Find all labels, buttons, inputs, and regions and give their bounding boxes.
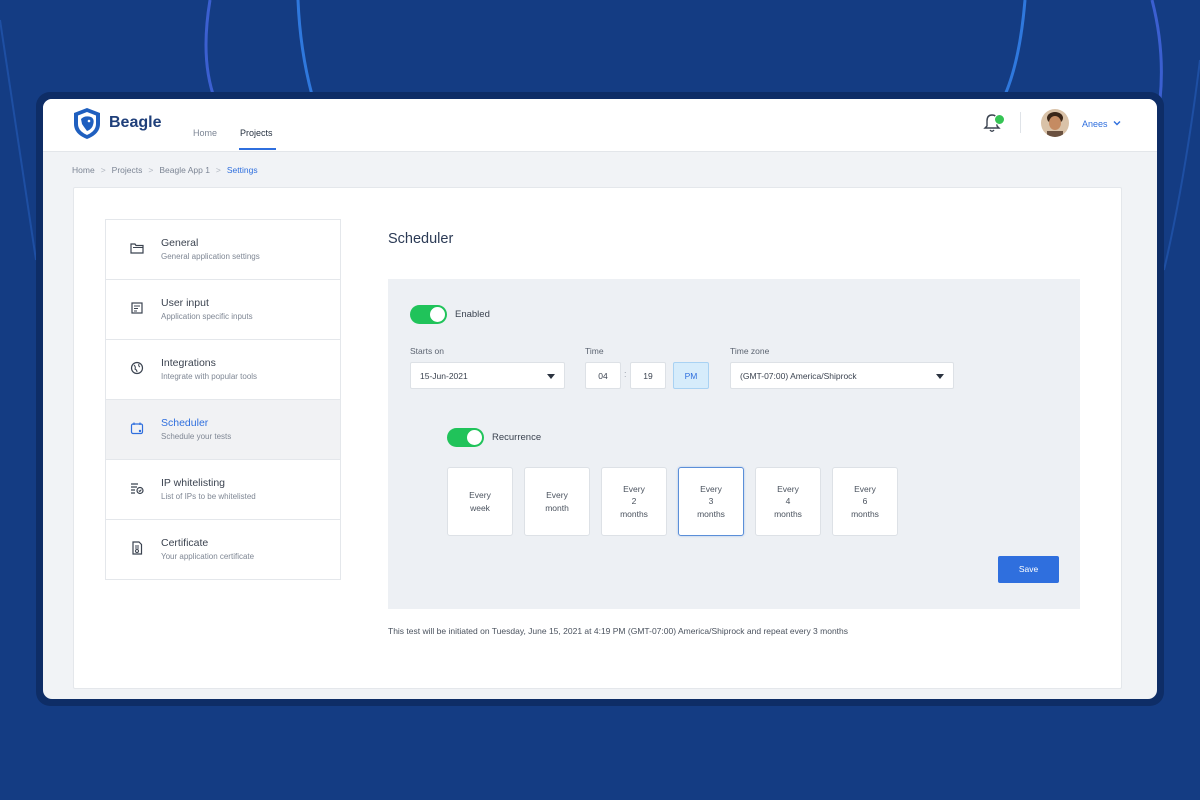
recurrence-option-6-months[interactable]: Every 6 months — [832, 467, 898, 536]
sidebar-item-title: IP whitelisting — [161, 477, 226, 489]
topbar-divider — [1020, 112, 1021, 133]
recurrence-label: Recurrence — [492, 432, 542, 443]
user-name[interactable]: Anees — [1082, 119, 1108, 129]
toggle-knob — [467, 430, 482, 445]
sidebar-item-desc: List of IPs to be whitelisted — [161, 492, 256, 501]
minute-input[interactable]: 19 — [630, 362, 666, 389]
sidebar-item-desc: Application specific inputs — [161, 312, 253, 321]
option-line: Every — [700, 483, 722, 494]
breadcrumb-home[interactable]: Home — [72, 165, 95, 175]
sidebar-item-title: User input — [161, 297, 209, 309]
nav-home[interactable]: Home — [193, 128, 217, 138]
globe-icon — [130, 361, 144, 375]
sidebar-item-title: Integrations — [161, 357, 216, 369]
recurrence-option-4-months[interactable]: Every 4 months — [755, 467, 821, 536]
schedule-summary: This test will be initiated on Tuesday, … — [388, 626, 849, 636]
toggle-knob — [430, 307, 445, 322]
caret-down-icon — [936, 374, 944, 379]
recurrence-option-month[interactable]: Every month — [524, 467, 590, 536]
option-line: Every — [623, 483, 645, 494]
start-date-select[interactable]: 15-Jun-2021 — [410, 362, 565, 389]
nav-projects[interactable]: Projects — [240, 128, 273, 138]
app-screen: Beagle Home Projects Anees Home > Projects… — [43, 99, 1157, 699]
sidebar-item-desc: General application settings — [161, 252, 260, 261]
scheduler-panel: Enabled Starts on 15-Jun-2021 Time 04 : … — [388, 279, 1080, 609]
time-label: Time — [585, 346, 604, 356]
chevron-down-icon[interactable] — [1112, 118, 1122, 128]
timezone-select[interactable]: (GMT-07:00) America/Shiprock — [730, 362, 954, 389]
timezone-label: Time zone — [730, 346, 770, 356]
recurrence-toggle[interactable] — [447, 428, 484, 447]
breadcrumb-separator: > — [100, 165, 106, 175]
sidebar-item-integrations[interactable]: Integrations Integrate with popular tool… — [106, 340, 340, 400]
app-name: Beagle — [109, 114, 162, 131]
meridiem-toggle[interactable]: PM — [673, 362, 709, 389]
certificate-icon — [132, 541, 143, 555]
option-line: months — [620, 508, 648, 519]
settings-card: General General application settings Use… — [73, 187, 1122, 689]
breadcrumb: Home > Projects > Beagle App 1 > Settings — [72, 165, 258, 175]
sidebar-item-certificate[interactable]: Certificate Your application certificate — [106, 520, 340, 579]
option-line: Every — [777, 483, 799, 494]
sidebar-item-user-input[interactable]: User input Application specific inputs — [106, 280, 340, 340]
option-line: 3 — [708, 496, 714, 507]
hour-input[interactable]: 04 — [585, 362, 621, 389]
beagle-logo-icon — [74, 108, 100, 139]
option-line: months — [697, 508, 725, 519]
caret-down-icon — [547, 374, 555, 379]
sidebar-item-desc: Your application certificate — [161, 552, 255, 561]
option-line: Every — [469, 490, 491, 500]
form-icon — [131, 302, 143, 314]
enabled-toggle[interactable] — [410, 305, 447, 324]
sidebar-item-title: Certificate — [161, 537, 209, 549]
nav-active-indicator — [239, 148, 276, 150]
option-line: Every — [854, 483, 876, 494]
breadcrumb-separator: > — [148, 165, 154, 175]
sidebar-item-desc: Integrate with popular tools — [161, 372, 258, 381]
enabled-label: Enabled — [455, 309, 490, 320]
breadcrumb-app[interactable]: Beagle App 1 — [159, 165, 210, 175]
option-line: 4 — [785, 496, 791, 507]
option-line: months — [851, 508, 879, 519]
sidebar-item-title: General — [161, 237, 199, 249]
option-line: 6 — [862, 496, 868, 507]
top-navigation-bar: Beagle Home Projects Anees — [43, 99, 1157, 152]
option-line: months — [774, 508, 802, 519]
start-date-value: 15-Jun-2021 — [420, 371, 468, 381]
recurrence-option-week[interactable]: Every week — [447, 467, 513, 536]
sidebar-item-desc: Schedule your tests — [161, 432, 232, 441]
folder-icon — [130, 243, 144, 254]
sidebar-item-title: Scheduler — [161, 417, 209, 429]
timezone-value: (GMT-07:00) America/Shiprock — [740, 371, 857, 381]
recurrence-option-2-months[interactable]: Every 2 months — [601, 467, 667, 536]
recurrence-option-3-months[interactable]: Every 3 months — [678, 467, 744, 536]
sidebar-item-scheduler[interactable]: Scheduler Schedule your tests — [106, 400, 340, 460]
calendar-icon — [130, 422, 144, 435]
save-button[interactable]: Save — [998, 556, 1059, 583]
settings-sidebar: General General application settings Use… — [105, 219, 341, 580]
sidebar-item-ip-whitelisting[interactable]: IP whitelisting List of IPs to be whitel… — [106, 460, 340, 520]
list-check-icon — [131, 483, 144, 495]
sidebar-item-general[interactable]: General General application settings — [106, 220, 340, 280]
app-logo[interactable]: Beagle — [71, 106, 161, 140]
user-avatar-image — [1041, 109, 1069, 137]
option-line: Every — [546, 490, 568, 500]
breadcrumb-projects[interactable]: Projects — [112, 165, 143, 175]
breadcrumb-separator: > — [215, 165, 221, 175]
option-line: week — [470, 502, 490, 513]
option-line: month — [545, 502, 569, 513]
avatar[interactable] — [1041, 109, 1069, 137]
breadcrumb-settings: Settings — [226, 165, 258, 175]
notification-badge — [994, 114, 1005, 125]
starts-on-label: Starts on — [410, 346, 445, 356]
time-colon: : — [624, 369, 627, 379]
option-line: 2 — [631, 496, 637, 507]
page-title: Scheduler — [388, 231, 454, 247]
